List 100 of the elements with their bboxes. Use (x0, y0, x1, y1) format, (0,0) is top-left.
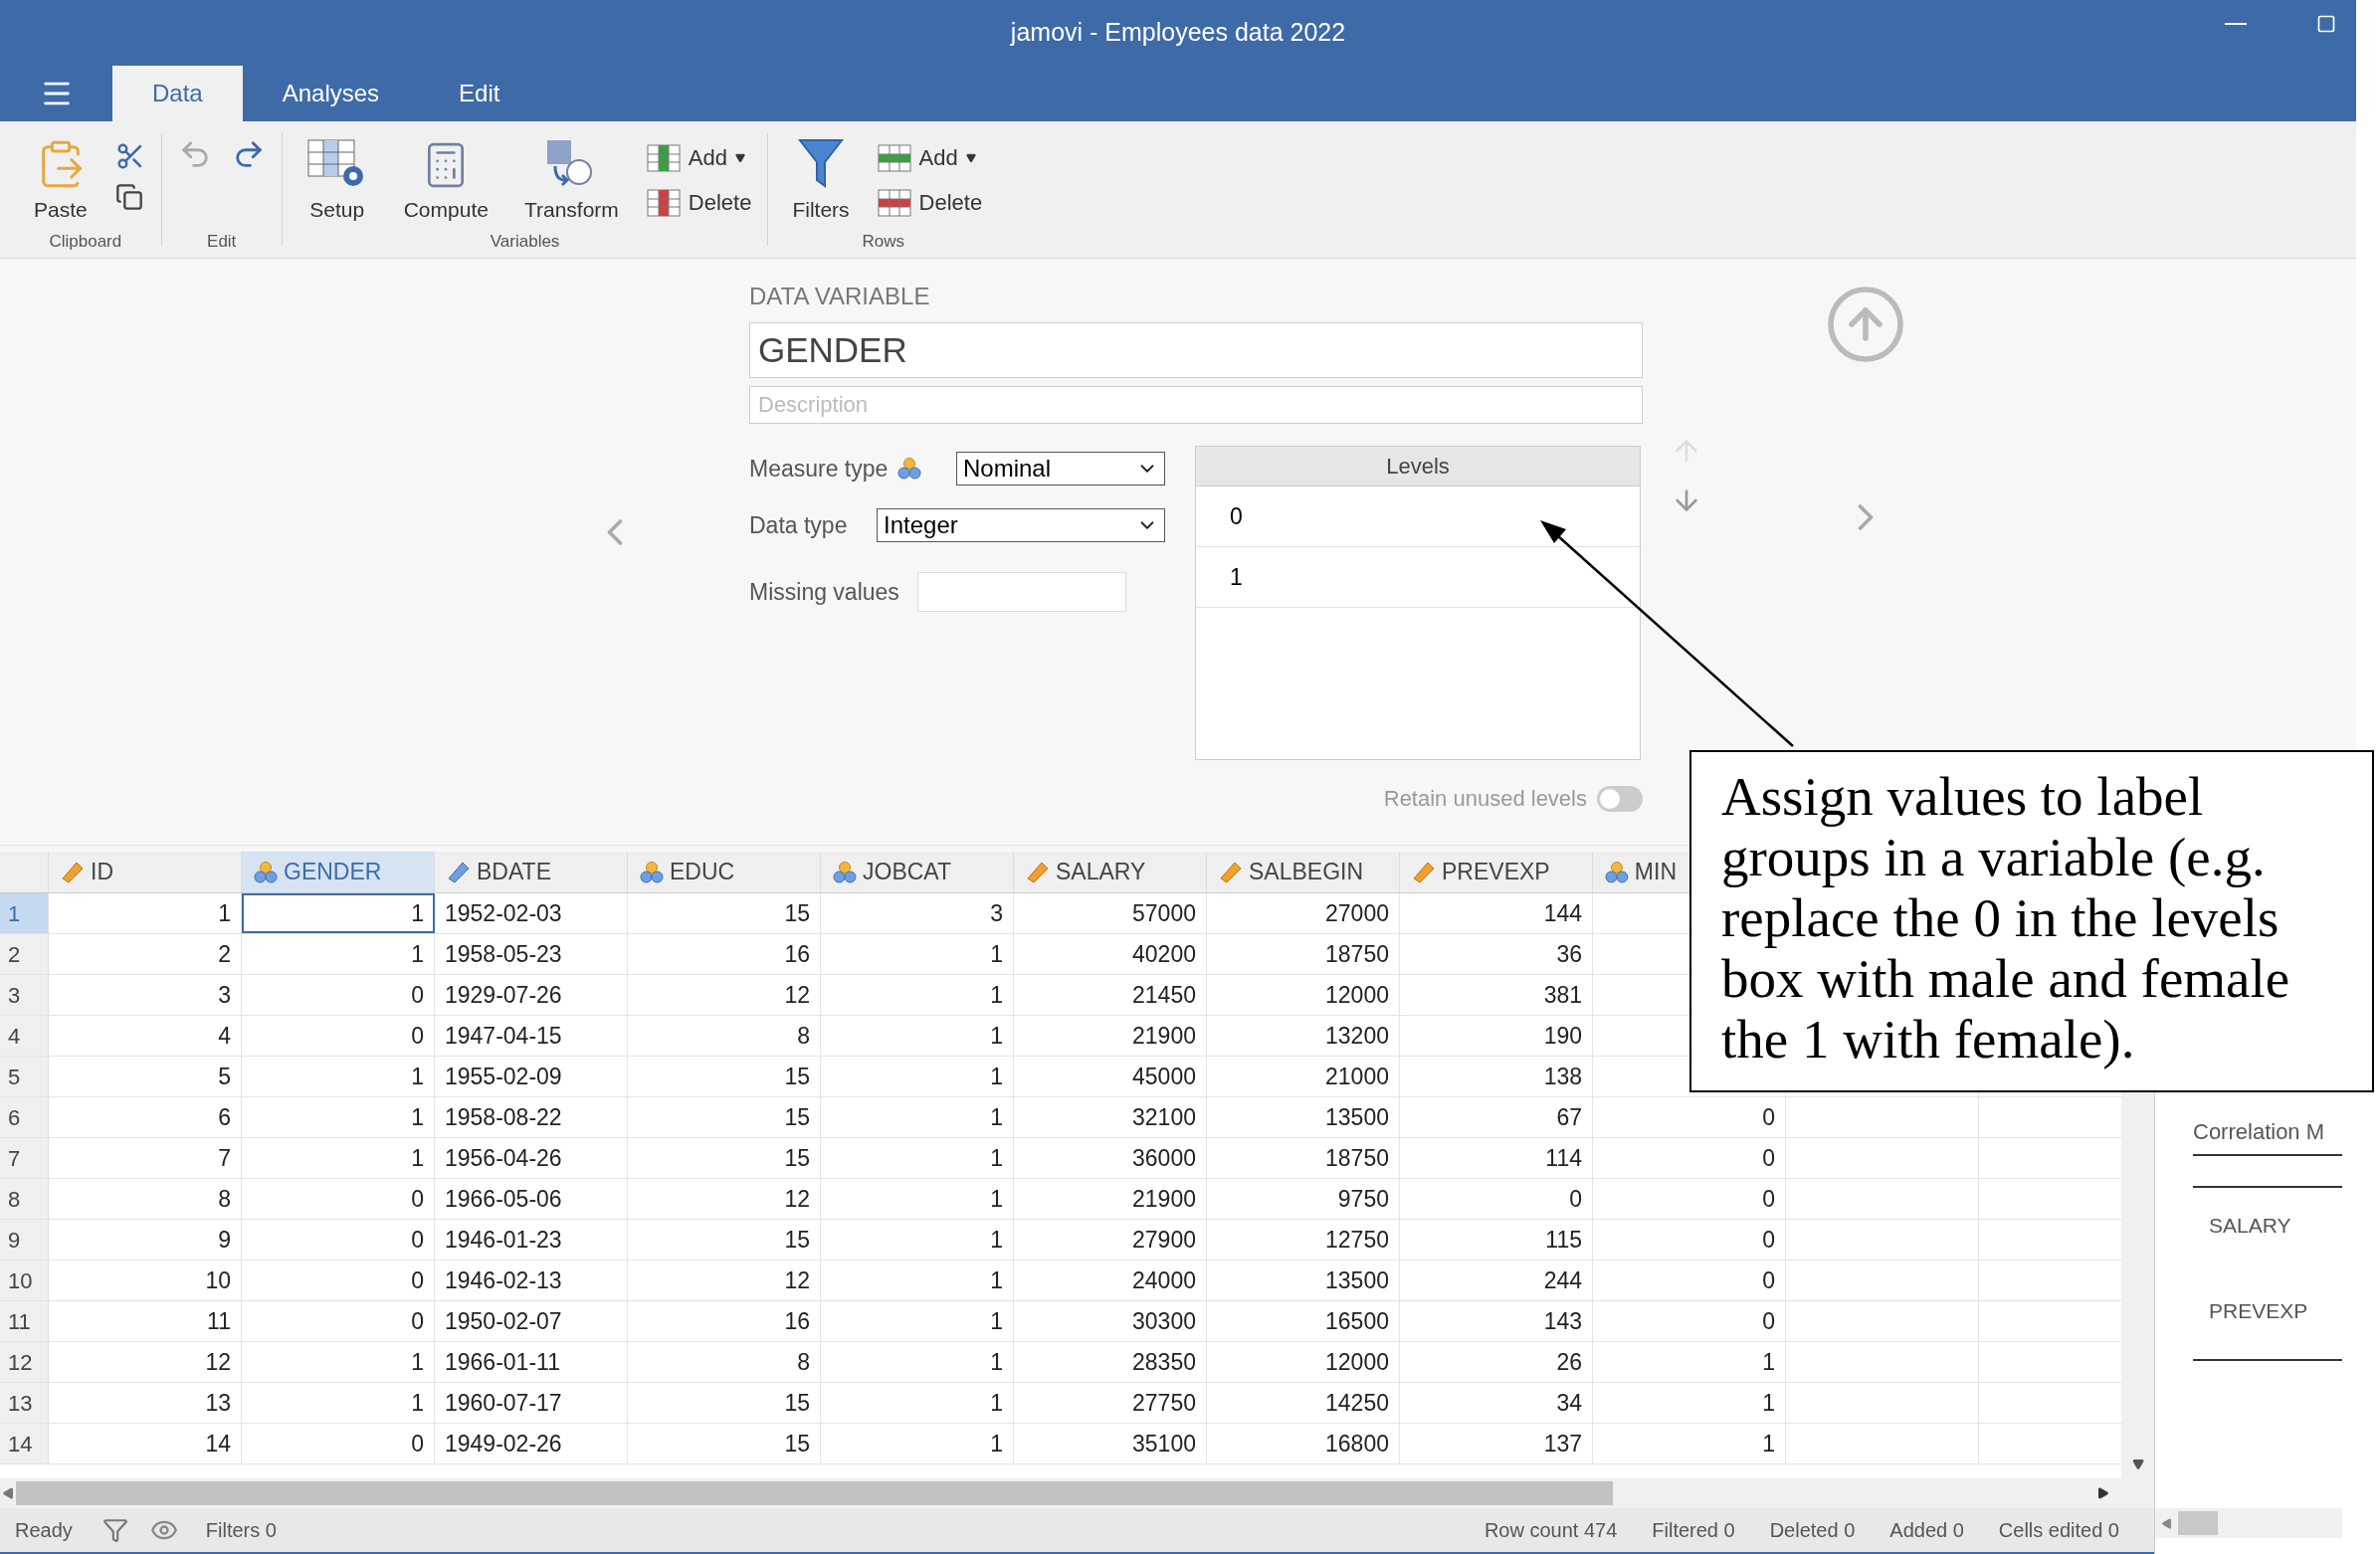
row-number[interactable]: 8 (0, 1179, 49, 1219)
table-cell-text: 24000 (1132, 1265, 1196, 1295)
table-cell-text: 0 (1762, 1306, 1775, 1336)
table-cell-text: 3 (990, 898, 1003, 928)
table-cell-text: 18750 (1325, 1143, 1389, 1173)
column-header[interactable]: BDATE (435, 852, 628, 892)
table-cell-text: 1 (411, 898, 424, 928)
results-label: SALARY (2208, 1213, 2292, 1239)
status-count: Filtered 0 (1652, 1518, 1735, 1543)
table-cell-text: 0 (411, 1184, 424, 1214)
table-cell-text: 1966-01-11 (445, 1347, 560, 1377)
row-number[interactable]: 13 (0, 1383, 49, 1423)
table-cell-text: 1947-04-15 (445, 1021, 562, 1051)
data-type-dropdown[interactable]: Integer (877, 507, 1165, 542)
table-cell-text: 18750 (1325, 939, 1389, 969)
tab[interactable]: Analyses (242, 66, 420, 121)
table-cell-text: 0 (1762, 1265, 1775, 1295)
row-icon (877, 188, 911, 217)
delete-button[interactable]: Delete (873, 182, 987, 223)
table-cell-text: 21000 (1325, 1062, 1389, 1091)
table-cell-text: 1958-05-23 (445, 939, 562, 969)
row-number[interactable]: 10 (0, 1261, 49, 1300)
levels-header: Levels (1196, 447, 1640, 486)
table-cell-text: 57000 (1132, 898, 1196, 928)
table-cell-text: 1956-04-26 (445, 1143, 562, 1173)
table-cell-text: 1 (990, 1429, 1003, 1458)
table-cell-text: 1 (1762, 1429, 1775, 1458)
scroll-right-icon (2097, 1487, 2109, 1499)
table-cell-text: 1 (411, 1347, 424, 1377)
ruler-icon (447, 860, 471, 884)
column-header[interactable]: EDUC (628, 852, 821, 892)
measure-type-dropdown[interactable]: Nominal (956, 452, 1165, 486)
nominal-icon (1605, 861, 1629, 883)
status-count: Cells edited 0 (1998, 1518, 2119, 1543)
transform-button[interactable]: Transform (511, 133, 631, 225)
ruler-icon (1219, 860, 1243, 884)
tab[interactable]: Edit (419, 66, 540, 121)
table-cell-text: 16 (784, 939, 810, 969)
table-cell-text: 0 (411, 1225, 424, 1255)
results-scrollbar[interactable] (2155, 1508, 2342, 1538)
compute-button[interactable]: Compute (391, 133, 500, 225)
table-cell-text: 1946-01-23 (445, 1225, 562, 1255)
column-header[interactable]: SALARY (1014, 852, 1207, 892)
column-header[interactable]: SALBEGIN (1207, 852, 1400, 892)
table-cell-text: 1 (1762, 1388, 1775, 1418)
results-label: PREVEXP (2208, 1298, 2309, 1324)
retain-unused-levels-toggle[interactable] (1597, 785, 1643, 812)
level-item[interactable]: 1 (1196, 547, 1640, 608)
row-number[interactable]: 12 (0, 1342, 49, 1382)
scroll-left-icon (2161, 1517, 2172, 1529)
row-number[interactable]: 2 (0, 934, 49, 974)
table-cell-text: 3 (218, 980, 231, 1010)
maximize-icon (2316, 14, 2336, 34)
column-header[interactable]: MIN (1593, 852, 1688, 892)
column-header[interactable]: GENDER (242, 852, 435, 892)
row-number[interactable]: 4 (0, 1016, 49, 1056)
missing-values-field[interactable] (916, 572, 1126, 612)
delete-button[interactable]: Delete (642, 182, 756, 223)
row-number[interactable]: 14 (0, 1424, 49, 1463)
tab[interactable]: Data (112, 66, 243, 121)
table-cell-text: 1 (990, 1062, 1003, 1091)
maximize-button[interactable] (2316, 14, 2336, 34)
table-cell-text: 12 (784, 980, 810, 1010)
status-count: Added 0 (1889, 1518, 1964, 1543)
row-number[interactable]: 11 (0, 1301, 49, 1341)
add-button[interactable]: Add (873, 137, 987, 178)
column-header[interactable]: JOBCAT (821, 852, 1014, 892)
table-cell-text: 1946-02-13 (445, 1265, 562, 1295)
table-cell-text: 21900 (1132, 1184, 1196, 1214)
table-cell-text: 1 (990, 980, 1003, 1010)
scroll-down-icon (2131, 1458, 2144, 1470)
table-cell-text: 36000 (1132, 1143, 1196, 1173)
setup-button[interactable]: Setup (294, 133, 380, 225)
variable-name-field[interactable]: GENDER (749, 322, 1643, 378)
row-number[interactable]: 7 (0, 1138, 49, 1178)
add-button[interactable]: Add (642, 137, 756, 178)
row-number[interactable]: 6 (0, 1097, 49, 1137)
row-number[interactable]: 5 (0, 1057, 49, 1096)
horizontal-scrollbar[interactable] (0, 1478, 2154, 1508)
status-count: Row count 474 (1484, 1518, 1618, 1543)
nominal-icon (640, 861, 664, 883)
filters-button[interactable]: Filters (780, 133, 862, 225)
window-title: jamovi - Employees data 2022 (1010, 17, 1346, 49)
row-number[interactable]: 3 (0, 975, 49, 1015)
row-number[interactable]: 9 (0, 1220, 49, 1260)
description-field[interactable]: Description (749, 386, 1643, 424)
callout-text: Assign values to label groups in a variable (e.g. replace the 0 in the levels box with male and female the 1 with female). (1721, 766, 2291, 1069)
column-header[interactable]: PREVEXP (1400, 852, 1593, 892)
section-heading: DATA VARIABLE (749, 282, 931, 311)
table-cell-text: 67 (1556, 1102, 1582, 1132)
table-cell-text: 1958-08-22 (445, 1102, 562, 1132)
table-cell-text: 36 (1556, 939, 1582, 969)
table-cell-text: 12750 (1325, 1225, 1389, 1255)
paste-button[interactable]: Paste (22, 133, 99, 225)
row-number[interactable]: 1 (0, 893, 49, 933)
table-cell-text: 144 (1543, 898, 1582, 928)
table-cell-text: 16500 (1325, 1306, 1389, 1336)
table-cell-text: 1 (990, 939, 1003, 969)
table-cell-text: 45000 (1132, 1062, 1196, 1091)
caret-icon (965, 152, 976, 163)
